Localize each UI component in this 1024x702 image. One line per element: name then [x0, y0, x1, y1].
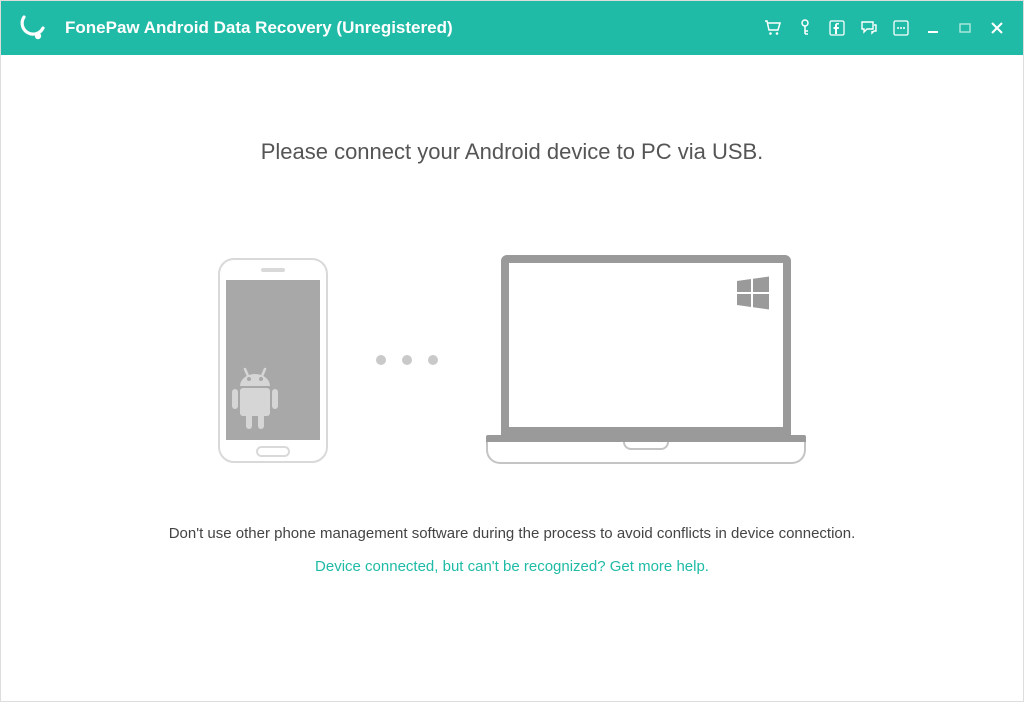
close-button[interactable] — [987, 18, 1007, 38]
connect-instruction: Please connect your Android device to PC… — [261, 139, 764, 165]
titlebar: FonePaw Android Data Recovery (Unregiste… — [1, 1, 1023, 55]
minimize-button[interactable] — [923, 18, 943, 38]
connection-dots — [376, 355, 438, 365]
app-window: FonePaw Android Data Recovery (Unregiste… — [0, 0, 1024, 702]
window-controls — [763, 18, 1007, 38]
dot-icon — [402, 355, 412, 365]
laptop-graphic — [486, 255, 806, 465]
window-title: FonePaw Android Data Recovery (Unregiste… — [65, 18, 763, 38]
facebook-icon[interactable] — [827, 18, 847, 38]
cart-icon[interactable] — [763, 18, 783, 38]
help-link[interactable]: Device connected, but can't be recognize… — [315, 558, 709, 575]
app-logo-icon — [17, 13, 47, 43]
feedback-icon[interactable] — [859, 18, 879, 38]
maximize-button[interactable] — [955, 18, 975, 38]
key-icon[interactable] — [795, 18, 815, 38]
android-icon — [226, 362, 290, 440]
dot-icon — [428, 355, 438, 365]
more-icon[interactable] — [891, 18, 911, 38]
phone-graphic — [218, 258, 328, 463]
windows-icon — [735, 275, 771, 311]
connection-illustration — [218, 255, 806, 465]
dot-icon — [376, 355, 386, 365]
main-content: Please connect your Android device to PC… — [1, 55, 1023, 701]
warning-text: Don't use other phone management softwar… — [169, 525, 856, 542]
